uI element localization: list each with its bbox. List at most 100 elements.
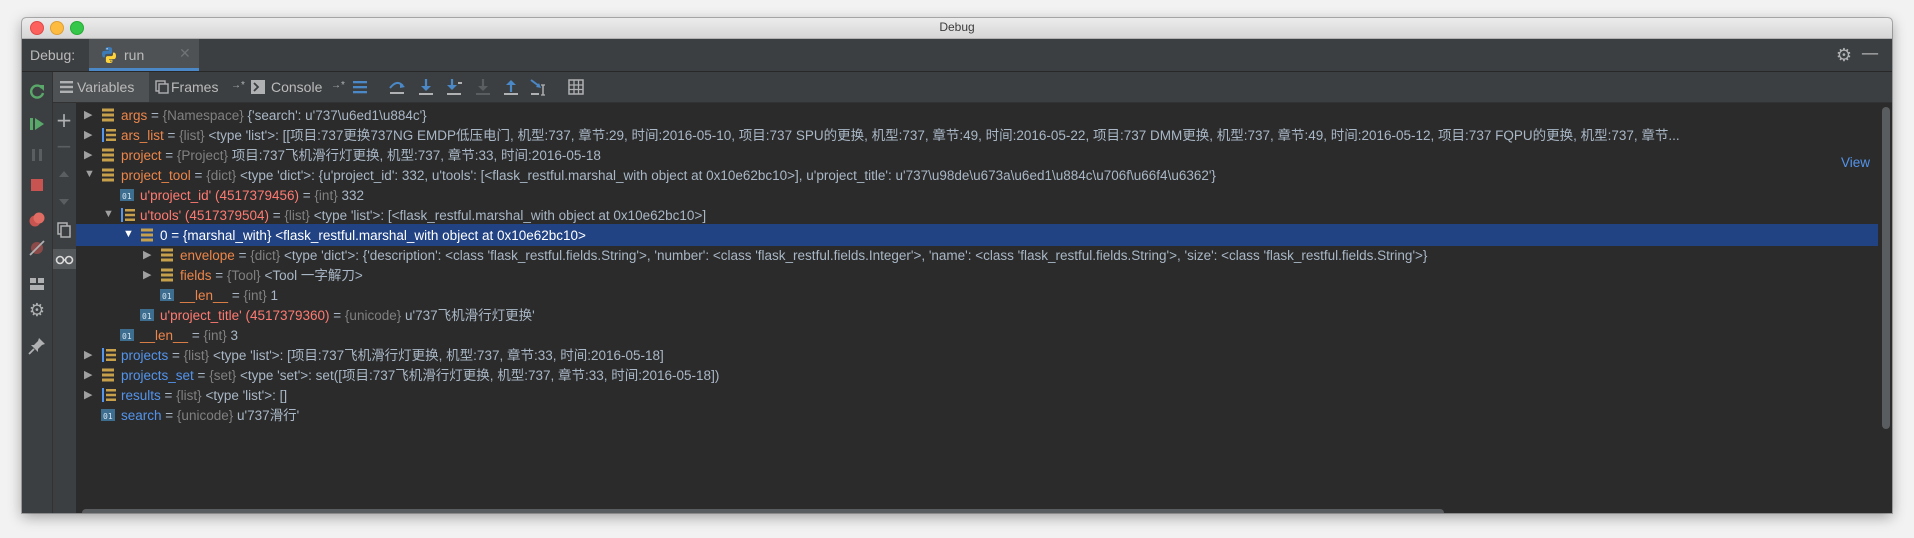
variable-name: search [121, 408, 162, 423]
copy-icon[interactable] [54, 220, 74, 240]
collapse-arrow-icon[interactable]: ▼ [84, 168, 95, 180]
expand-arrow-icon[interactable]: ▶ [84, 368, 92, 381]
field-icon [160, 267, 176, 283]
vertical-scrollbar[interactable] [1882, 107, 1890, 429]
debug-tab-bar: Debug: run ✕ ⚙ — [22, 39, 1892, 72]
expand-arrow-icon[interactable]: ▶ [84, 148, 92, 161]
variable-type: {dict} [206, 168, 237, 183]
field-icon [101, 147, 117, 163]
rerun-icon[interactable] [27, 82, 47, 102]
variable-name: __len__ [140, 328, 189, 343]
run-to-cursor-icon[interactable] [529, 77, 549, 97]
view-breakpoints-icon[interactable] [27, 210, 47, 230]
list-lines-icon [60, 80, 73, 97]
expand-arrow-icon[interactable]: ▶ [143, 248, 151, 261]
variable-type: {unicode} [344, 308, 402, 323]
variable-value: <type 'set'>: set([项目:737飞机滑行灯更换, 机型:737… [239, 368, 720, 383]
collapse-arrow-icon[interactable]: ▼ [123, 228, 134, 240]
variable-value: 1 [270, 288, 279, 303]
resume-icon[interactable] [27, 114, 47, 134]
debugger-sub-toolbar: Variables Frames →* Console →* [53, 72, 1892, 103]
tab-frames-label: Frames [171, 79, 219, 95]
frames-icon [155, 80, 169, 97]
collapse-arrow-icon[interactable]: ▼ [103, 208, 114, 220]
stop-icon[interactable] [27, 175, 47, 195]
glasses-icon[interactable] [53, 249, 76, 269]
variable-name: envelope [180, 248, 235, 263]
tab-console-label: Console [271, 79, 323, 95]
list-icon [101, 347, 117, 363]
force-step-into-icon[interactable] [473, 77, 493, 97]
variable-name: 0 [160, 228, 168, 243]
variable-name: u'tools' (4517379504) [140, 208, 270, 223]
variable-type: {list} [284, 208, 310, 223]
expand-arrow-icon[interactable]: ▶ [143, 268, 151, 281]
variable-name: results [121, 388, 161, 403]
expand-arrow-icon[interactable]: ▶ [84, 388, 92, 401]
tab-frames[interactable]: Frames →* [151, 72, 247, 102]
view-value-link[interactable]: View [1841, 155, 1870, 170]
variable-name: fields [180, 268, 212, 283]
tree-row-selected[interactable]: ▼ 0 = {marshal_with} <flask_restful.mars… [76, 224, 1878, 246]
primitive-01-icon: 01 [160, 287, 176, 303]
settings-icon[interactable]: ⚙ [27, 300, 47, 321]
svg-text:01: 01 [122, 332, 132, 341]
svg-text:01: 01 [142, 312, 152, 321]
restore-layout-icon[interactable] [27, 274, 47, 294]
primitive-01-icon: 01 [101, 407, 117, 423]
variable-type: {unicode} [176, 408, 234, 423]
horizontal-scrollbar-thumb[interactable] [82, 509, 1444, 513]
step-out-icon[interactable] [501, 77, 521, 97]
tab-variables[interactable]: Variables [53, 72, 149, 102]
horizontal-scrollbar[interactable] [76, 509, 1878, 513]
variable-name: ars_list [121, 128, 164, 143]
pin-icon[interactable] [27, 336, 47, 356]
add-watch-icon[interactable]: + [54, 110, 74, 130]
variable-value: 3 [230, 328, 239, 343]
show-execution-point-icon[interactable] [350, 77, 370, 97]
pause-icon[interactable] [27, 145, 47, 165]
variable-value: <type 'list'>: [<flask_restful.marshal_w… [313, 208, 707, 223]
tab-console[interactable]: Console →* [247, 72, 345, 102]
variable-name: u'project_title' (4517379360) [160, 308, 330, 323]
variable-value: <Tool 一字解刀> [264, 268, 363, 283]
primitive-01-icon: 01 [120, 187, 136, 203]
debug-window: Debug Debug: run ✕ ⚙ — ⚙ + − Variables F… [22, 18, 1892, 513]
variable-name: __len__ [180, 288, 229, 303]
field-icon [160, 247, 176, 263]
variable-value: <type 'dict'>: {u'project_id': 332, u'to… [239, 168, 1216, 183]
minimize-icon[interactable]: — [1861, 43, 1879, 64]
up-icon[interactable] [54, 164, 74, 184]
watches-toolbar: + − [53, 72, 77, 513]
step-over-icon[interactable] [387, 77, 407, 97]
run-tab-label: run [124, 47, 145, 63]
primitive-01-icon: 01 [140, 307, 156, 323]
gear-icon[interactable]: ⚙ [1836, 45, 1852, 66]
console-icon [251, 80, 265, 97]
variable-type: {marshal_with} [182, 228, 272, 243]
expand-arrow-icon[interactable]: ▶ [84, 128, 92, 141]
tree-row[interactable]: 01 search = {unicode} u'737滑行' [76, 404, 1878, 428]
remove-watch-icon[interactable]: − [54, 136, 74, 156]
step-into-icon[interactable] [416, 77, 436, 97]
variable-value: 项目:737飞机滑行灯更换, 机型:737, 章节:33, 时间:2016-05… [231, 148, 601, 163]
mute-breakpoints-icon[interactable] [27, 238, 47, 258]
tab-run[interactable]: run ✕ [89, 39, 199, 71]
variable-name: projects_set [121, 368, 194, 383]
svg-text:01: 01 [122, 192, 132, 201]
variable-name: project [121, 148, 162, 163]
svg-text:01: 01 [162, 292, 172, 301]
variable-type: {list} [179, 128, 205, 143]
down-icon[interactable] [54, 192, 74, 212]
restore-arrow-icon: →* [231, 80, 245, 91]
expand-arrow-icon[interactable]: ▶ [84, 108, 92, 121]
close-icon[interactable]: ✕ [179, 46, 191, 62]
variable-value: u'737滑行' [237, 408, 300, 423]
step-into-my-code-icon[interactable] [444, 77, 464, 97]
variables-tree[interactable]: ▶ args = {Namespace} {'search': u'737\u6… [76, 103, 1878, 508]
evaluate-expression-icon[interactable] [566, 77, 586, 97]
variable-value: <flask_restful.marshal_with object at 0x… [275, 228, 586, 243]
expand-arrow-icon[interactable]: ▶ [84, 348, 92, 361]
field-icon [101, 107, 117, 123]
variable-type: {list} [183, 348, 210, 363]
